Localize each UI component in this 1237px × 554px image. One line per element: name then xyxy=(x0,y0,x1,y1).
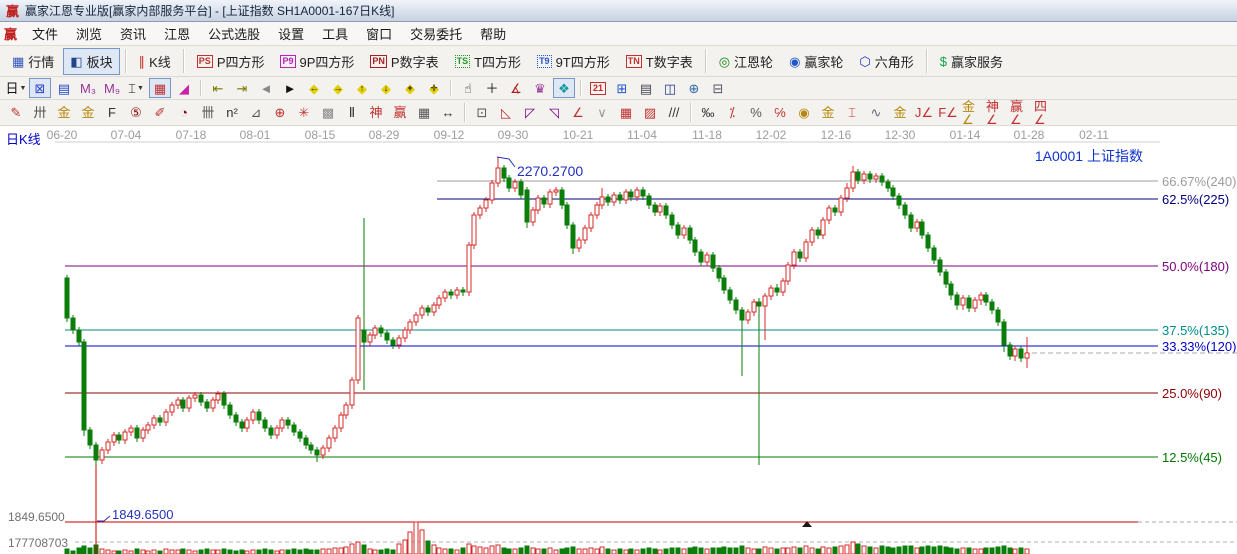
svg-text:177708703: 177708703 xyxy=(8,536,68,550)
chart-canvas[interactable]: 06-20 07-04 07-18 08-01 08-15 08-29 09-12 09-30… xyxy=(0,0,1237,554)
svg-text:01-14: 01-14 xyxy=(950,128,981,142)
svg-text:12.5%(45): 12.5%(45) xyxy=(1162,450,1222,465)
svg-text:37.5%(135): 37.5%(135) xyxy=(1162,323,1229,338)
svg-text:50.0%(180): 50.0%(180) xyxy=(1162,259,1229,274)
svg-text:08-15: 08-15 xyxy=(305,128,336,142)
svg-text:08-01: 08-01 xyxy=(240,128,271,142)
svg-text:日K线: 日K线 xyxy=(6,132,41,147)
svg-text:2270.2700: 2270.2700 xyxy=(517,163,583,179)
svg-text:1849.6500: 1849.6500 xyxy=(112,507,173,522)
chart-section: 06-20 07-04 07-18 08-01 08-15 08-29 09-12 09-30… xyxy=(0,126,1237,554)
svg-text:11-04: 11-04 xyxy=(627,128,657,142)
svg-text:02-11: 02-11 xyxy=(1079,128,1109,142)
svg-text:07-18: 07-18 xyxy=(176,128,207,142)
svg-text:25.0%(90): 25.0%(90) xyxy=(1162,386,1222,401)
svg-text:06-20: 06-20 xyxy=(47,128,78,142)
svg-text:10-21: 10-21 xyxy=(563,128,594,142)
svg-text:1849.6500: 1849.6500 xyxy=(8,510,65,524)
svg-text:01-28: 01-28 xyxy=(1014,128,1045,142)
svg-text:12-02: 12-02 xyxy=(756,128,787,142)
svg-text:62.5%(225): 62.5%(225) xyxy=(1162,192,1229,207)
svg-text:1A0001 上证指数: 1A0001 上证指数 xyxy=(1035,148,1143,164)
svg-text:09-30: 09-30 xyxy=(498,128,529,142)
svg-text:12-30: 12-30 xyxy=(885,128,916,142)
svg-text:12-16: 12-16 xyxy=(821,128,852,142)
svg-text:33.33%(120): 33.33%(120) xyxy=(1162,339,1236,354)
svg-text:09-12: 09-12 xyxy=(434,128,465,142)
svg-text:66.67%(240): 66.67%(240) xyxy=(1162,174,1236,189)
svg-text:08-29: 08-29 xyxy=(369,128,400,142)
svg-text:07-04: 07-04 xyxy=(111,128,142,142)
svg-text:11-18: 11-18 xyxy=(692,128,722,142)
